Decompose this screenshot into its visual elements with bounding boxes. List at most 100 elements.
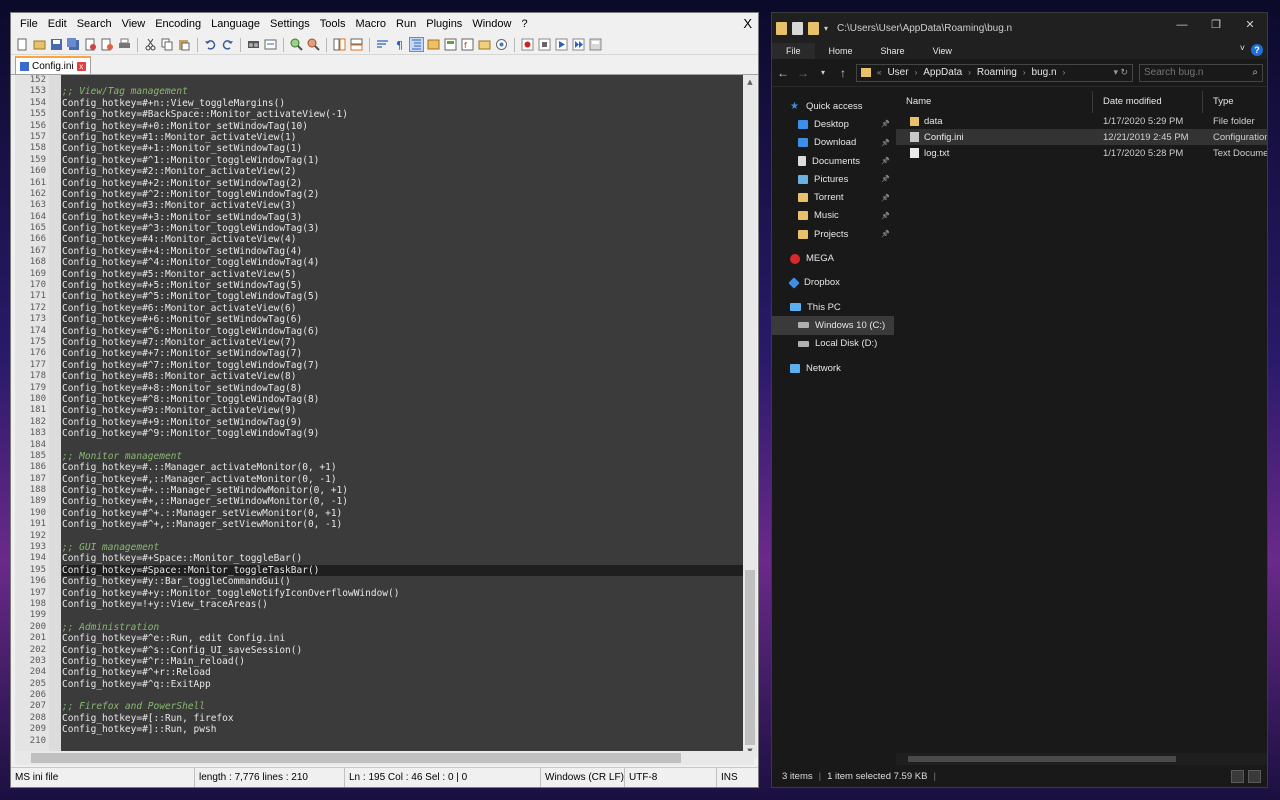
find-icon[interactable] <box>246 37 261 52</box>
code-line[interactable]: Config_hotkey=#y::Bar_toggleCommandGui() <box>62 576 754 587</box>
code-text-area[interactable]: ;; View/Tag management Config_hotkey=#+n:… <box>61 75 754 758</box>
stop-macro-icon[interactable] <box>537 37 552 52</box>
code-line[interactable]: Config_hotkey=#+6::Monitor_setWindowTag(… <box>62 314 754 325</box>
search-input[interactable] <box>1144 67 1244 78</box>
minimize-icon[interactable]: — <box>1165 13 1199 37</box>
pin-icon[interactable]: 📌 <box>881 212 890 220</box>
menu-settings[interactable]: Settings <box>265 13 315 35</box>
code-line[interactable]: Config_hotkey=#+8::Monitor_setWindowTag(… <box>62 383 754 394</box>
file-row[interactable]: data 1/17/2020 5:29 PM File folder <box>896 113 1267 129</box>
function-list-icon[interactable]: f <box>460 37 475 52</box>
code-line[interactable]: Config_hotkey=#3::Monitor_activateView(3… <box>62 200 754 211</box>
pin-icon[interactable]: 📌 <box>881 139 890 147</box>
nav-item-projects[interactable]: Projects 📌 <box>772 225 894 243</box>
column-header-date[interactable]: Date modified <box>1093 91 1203 113</box>
code-editor[interactable]: 152 153 154 155 156 157 158 159 160 161 162 163 164 1… <box>15 75 754 758</box>
forward-icon[interactable]: → <box>796 66 810 80</box>
fold-margin[interactable] <box>49 75 61 758</box>
nav-item-mega[interactable]: MEGA <box>772 249 894 267</box>
help-icon[interactable]: ? <box>1251 44 1263 56</box>
code-line[interactable]: Config_hotkey=#7::Monitor_activateView(7… <box>62 337 754 348</box>
zoom-in-icon[interactable] <box>289 37 304 52</box>
breadcrumb-bug-n[interactable]: bug.n <box>1032 67 1057 78</box>
scroll-thumb[interactable] <box>31 753 681 763</box>
code-line[interactable]: Config_hotkey=#^+r::Reload <box>62 667 754 678</box>
code-line[interactable]: Config_hotkey=#+1::Monitor_setWindowTag(… <box>62 143 754 154</box>
breadcrumb-appdata[interactable]: AppData <box>923 67 962 78</box>
code-line[interactable]: Config_hotkey=#8::Monitor_activateView(8… <box>62 371 754 382</box>
properties-icon[interactable] <box>792 21 803 35</box>
pin-icon[interactable]: 📌 <box>881 230 890 238</box>
nav-item-network[interactable]: Network <box>772 359 894 377</box>
nav-item-dropbox[interactable]: Dropbox <box>772 274 894 292</box>
nav-item-torrent[interactable]: Torrent 📌 <box>772 188 894 206</box>
horizontal-scrollbar[interactable] <box>896 753 1267 765</box>
code-line[interactable]: Config_hotkey=!+y::View_traceAreas() <box>62 599 754 610</box>
menu-file[interactable]: File <box>15 13 43 35</box>
ribbon-tab-file[interactable]: File <box>772 43 815 59</box>
code-line[interactable] <box>62 75 754 86</box>
nav-item-documents[interactable]: Documents 📌 <box>772 152 894 170</box>
nav-item-quick-access[interactable]: ★ Quick access <box>772 97 894 115</box>
code-line[interactable]: Config_hotkey=#^q::ExitApp <box>62 679 754 690</box>
code-line[interactable]: Config_hotkey=#^r::Main_reload() <box>62 656 754 667</box>
code-line[interactable]: Config_hotkey=#^e::Run, edit Config.ini <box>62 633 754 644</box>
code-line[interactable]: Config_hotkey=#+5::Monitor_setWindowTag(… <box>62 280 754 291</box>
redo-icon[interactable] <box>220 37 235 52</box>
pin-icon[interactable]: 📌 <box>881 175 890 183</box>
zoom-out-icon[interactable] <box>306 37 321 52</box>
code-line[interactable]: Config_hotkey=#+,::Manager_setWindowMoni… <box>62 496 754 507</box>
pin-icon[interactable]: 📌 <box>881 194 890 202</box>
print-icon[interactable] <box>117 37 132 52</box>
run-macro-multiple-icon[interactable] <box>571 37 586 52</box>
code-line[interactable] <box>62 610 754 621</box>
folder-workspace-icon[interactable] <box>477 37 492 52</box>
menu-macro[interactable]: Macro <box>350 13 391 35</box>
back-icon[interactable]: ← <box>776 66 790 80</box>
status-encoding[interactable]: UTF-8 <box>625 768 717 787</box>
menu-tools[interactable]: Tools <box>315 13 351 35</box>
udl-icon[interactable] <box>426 37 441 52</box>
code-line[interactable] <box>62 690 754 701</box>
chevron-right-icon[interactable]: « <box>877 68 881 77</box>
code-line[interactable] <box>62 531 754 542</box>
scroll-up-icon[interactable]: ▲ <box>743 75 757 89</box>
code-line[interactable]: Config_hotkey=#+n::View_toggleMargins() <box>62 98 754 109</box>
code-line[interactable]: Config_hotkey=#^+.::Manager_setViewMonit… <box>62 508 754 519</box>
new-folder-icon[interactable] <box>808 21 819 35</box>
copy-icon[interactable] <box>160 37 175 52</box>
paste-icon[interactable] <box>177 37 192 52</box>
menu-view[interactable]: View <box>117 13 151 35</box>
nav-item-this-pc[interactable]: This PC <box>772 298 894 316</box>
menu-encoding[interactable]: Encoding <box>150 13 206 35</box>
pin-icon[interactable]: 📌 <box>881 157 890 165</box>
code-line[interactable]: Config_hotkey=#2::Monitor_activateView(2… <box>62 166 754 177</box>
chevron-right-icon[interactable]: › <box>1023 68 1026 77</box>
save-macro-icon[interactable] <box>588 37 603 52</box>
menu-language[interactable]: Language <box>206 13 265 35</box>
code-line[interactable]: Config_hotkey=#^2::Monitor_toggleWindowT… <box>62 189 754 200</box>
recent-locations-icon[interactable]: ▾ <box>816 68 830 77</box>
code-line[interactable]: Config_hotkey=#[::Run, firefox <box>62 713 754 724</box>
nav-item-local-disk-d[interactable]: Local Disk (D:) <box>772 335 894 353</box>
code-line[interactable]: Config_hotkey=#Space::Monitor_toggleTask… <box>62 564 754 577</box>
doc-map-icon[interactable] <box>443 37 458 52</box>
search-field[interactable]: ⌕ <box>1139 63 1263 82</box>
tab-config-ini[interactable]: Config.ini x <box>15 56 91 74</box>
code-line[interactable]: Config_hotkey=#+y::Monitor_toggleNotifyI… <box>62 588 754 599</box>
replace-icon[interactable] <box>263 37 278 52</box>
file-row[interactable]: Config.ini 12/21/2019 2:45 PM Configuratio… <box>896 129 1267 145</box>
code-line[interactable]: Config_hotkey=#]::Run, pwsh <box>62 724 754 735</box>
play-macro-icon[interactable] <box>554 37 569 52</box>
quick-access-dropdown-icon[interactable]: ▾ <box>824 24 828 33</box>
code-line[interactable]: Config_hotkey=#+0::Monitor_setWindowTag(… <box>62 121 754 132</box>
scroll-thumb[interactable] <box>908 756 1176 762</box>
code-comment-line[interactable]: ;; Monitor management <box>62 451 754 462</box>
ribbon-tab-home[interactable]: Home <box>815 43 867 59</box>
open-file-icon[interactable] <box>32 37 47 52</box>
code-line[interactable]: Config_hotkey=#+4::Monitor_setWindowTag(… <box>62 246 754 257</box>
code-line[interactable]: Config_hotkey=#^7::Monitor_toggleWindowT… <box>62 360 754 371</box>
code-line[interactable]: Config_hotkey=#+.::Manager_setWindowMoni… <box>62 485 754 496</box>
ribbon-tab-share[interactable]: Share <box>867 43 919 59</box>
code-line[interactable]: Config_hotkey=#9::Monitor_activateView(9… <box>62 405 754 416</box>
